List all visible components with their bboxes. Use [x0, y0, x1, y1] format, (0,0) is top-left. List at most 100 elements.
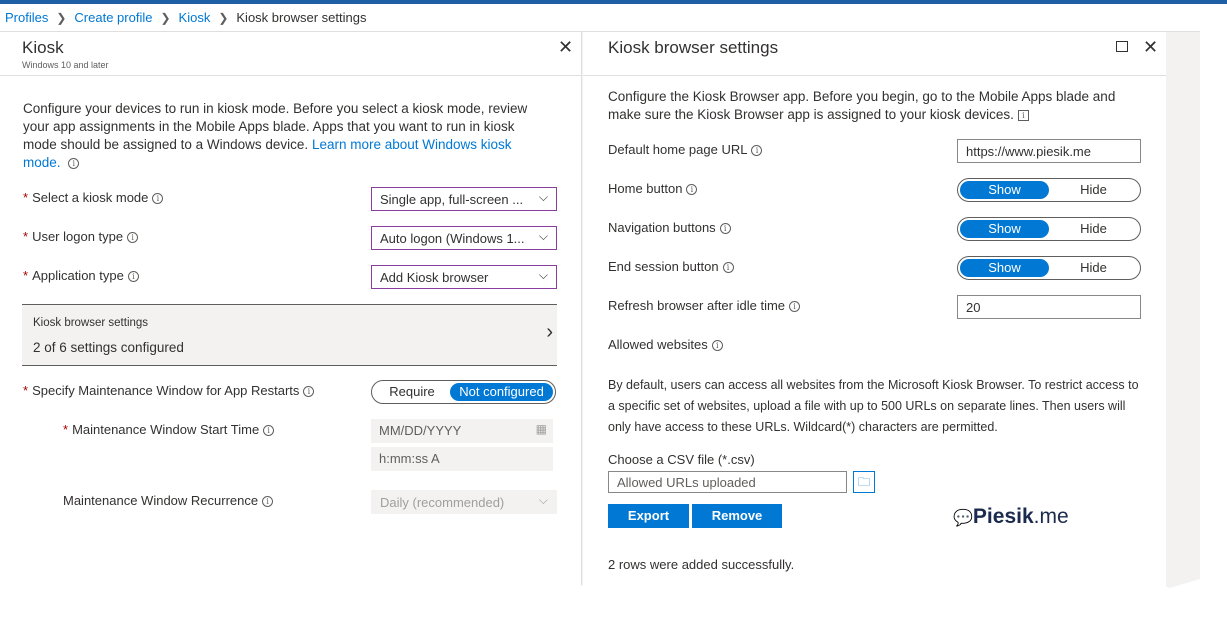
- nav-buttons-toggle[interactable]: Show Hide: [957, 217, 1141, 241]
- info-icon[interactable]: i: [68, 158, 80, 169]
- maintenance-window-toggle[interactable]: Require Not configured: [371, 380, 556, 404]
- toggle-option-hide[interactable]: Hide: [1049, 181, 1138, 199]
- browser-description-text: Configure the Kiosk Browser app. Before …: [608, 89, 1116, 122]
- kiosk-blade: Kiosk Windows 10 and later ✕ Configure y…: [0, 32, 582, 592]
- maintenance-window-label: * Specify Maintenance Window for App Rest…: [23, 383, 315, 398]
- allowed-websites-label-text: Allowed websites: [608, 337, 708, 352]
- app-type-label: * Application type i: [23, 268, 139, 283]
- logon-type-dropdown[interactable]: Auto logon (Windows 1... ⌵: [371, 226, 557, 250]
- breadcrumb-profiles[interactable]: Profiles: [5, 10, 48, 25]
- app-type-value: Add Kiosk browser: [380, 270, 489, 285]
- calendar-icon[interactable]: ▦: [536, 422, 547, 436]
- browser-description: Configure the Kiosk Browser app. Before …: [608, 88, 1148, 124]
- blade-title: Kiosk: [22, 38, 64, 57]
- home-button-label-text: Home button: [608, 181, 683, 196]
- start-time-input[interactable]: h:mm:ss A: [371, 447, 553, 471]
- toggle-option-require[interactable]: Require: [374, 383, 450, 401]
- home-url-input[interactable]: https://www.piesik.me: [957, 139, 1141, 163]
- end-session-label: End session button i: [608, 259, 734, 274]
- start-time-placeholder: h:mm:ss A: [379, 451, 440, 466]
- nav-buttons-label: Navigation buttons i: [608, 220, 731, 235]
- info-icon[interactable]: i: [262, 496, 274, 507]
- info-icon[interactable]: i: [127, 271, 139, 282]
- export-button[interactable]: Export: [608, 504, 689, 528]
- start-time-label: * Maintenance Window Start Time i: [63, 422, 275, 437]
- info-icon[interactable]: i: [751, 145, 763, 156]
- chevron-right-icon: ❯: [160, 10, 171, 25]
- info-icon[interactable]: i: [722, 262, 734, 273]
- info-icon[interactable]: i: [719, 223, 731, 234]
- info-icon[interactable]: i: [152, 193, 164, 204]
- home-url-label: Default home page URL i: [608, 142, 763, 157]
- info-icon[interactable]: i: [711, 340, 723, 351]
- breadcrumb-create-profile[interactable]: Create profile: [74, 10, 152, 25]
- chevron-down-icon: ⌵: [538, 268, 548, 282]
- toggle-option-hide[interactable]: Hide: [1049, 259, 1138, 277]
- blade-header: Kiosk Windows 10 and later ✕: [0, 32, 581, 76]
- allowed-websites-label: Allowed websites i: [608, 337, 723, 352]
- home-button-toggle[interactable]: Show Hide: [957, 178, 1141, 202]
- toggle-option-show[interactable]: Show: [960, 259, 1049, 277]
- kiosk-browser-settings-title: Kiosk browser settings: [33, 317, 149, 329]
- maintenance-window-label-text: Specify Maintenance Window for App Resta…: [32, 383, 300, 398]
- toggle-option-show[interactable]: Show: [960, 181, 1049, 199]
- start-date-input[interactable]: MM/DD/YYYY ▦: [371, 419, 553, 443]
- remove-button[interactable]: Remove: [692, 504, 782, 528]
- refresh-idle-input[interactable]: 20: [957, 295, 1141, 319]
- info-icon[interactable]: i: [263, 425, 275, 436]
- end-session-toggle[interactable]: Show Hide: [957, 256, 1141, 280]
- maximize-icon[interactable]: [1116, 41, 1128, 52]
- home-button-label: Home button i: [608, 181, 698, 196]
- kiosk-mode-dropdown[interactable]: Single app, full-screen ... ⌵: [371, 187, 557, 211]
- blade-header: Kiosk browser settings ✕: [583, 32, 1166, 76]
- refresh-idle-label-text: Refresh browser after idle time: [608, 298, 786, 313]
- app-type-label-text: Application type: [32, 268, 124, 283]
- chevron-right-icon: ›: [546, 321, 553, 343]
- piesik-logo: 💬Piesik.me: [953, 505, 1069, 529]
- close-icon[interactable]: ✕: [558, 38, 573, 56]
- kiosk-description: Configure your devices to run in kiosk m…: [23, 100, 543, 172]
- recurrence-label-text: Maintenance Window Recurrence: [63, 493, 259, 508]
- recurrence-label: Maintenance Window Recurrence i: [63, 493, 274, 508]
- allowed-websites-help: By default, users can access all website…: [608, 378, 1139, 434]
- kiosk-mode-value: Single app, full-screen ...: [380, 192, 524, 207]
- folder-icon[interactable]: 🗀: [853, 471, 875, 493]
- outer-scroll-area: [1166, 32, 1200, 592]
- start-date-placeholder: MM/DD/YYYY: [379, 423, 462, 438]
- logon-type-label: * User logon type i: [23, 229, 139, 244]
- toggle-option-not-configured[interactable]: Not configured: [450, 383, 553, 401]
- breadcrumb-kiosk[interactable]: Kiosk: [179, 10, 211, 25]
- toggle-option-show[interactable]: Show: [960, 220, 1049, 238]
- torn-edge-decoration: [0, 576, 1227, 617]
- info-icon[interactable]: i: [303, 386, 315, 397]
- chevron-down-icon: ⌵: [538, 229, 548, 243]
- close-icon[interactable]: ✕: [1143, 38, 1158, 56]
- chevron-down-icon: ⌵: [538, 190, 548, 204]
- end-session-label-text: End session button: [608, 259, 719, 274]
- home-url-label-text: Default home page URL: [608, 142, 748, 157]
- chevron-right-icon: ❯: [218, 10, 229, 25]
- recurrence-value: Daily (recommended): [380, 495, 505, 510]
- logon-type-value: Auto logon (Windows 1...: [380, 231, 525, 246]
- blade-subtitle: Windows 10 and later: [22, 60, 109, 70]
- brand-name: Piesik: [972, 505, 1034, 528]
- info-icon[interactable]: i: [1017, 110, 1029, 121]
- kiosk-browser-settings-link[interactable]: Kiosk browser settings 2 of 6 settings c…: [22, 304, 557, 366]
- breadcrumb-current: Kiosk browser settings: [236, 10, 367, 25]
- brand-suffix: .me: [1033, 505, 1069, 528]
- chevron-right-icon: ❯: [56, 10, 67, 25]
- refresh-idle-label: Refresh browser after idle time i: [608, 298, 801, 313]
- csv-label: Choose a CSV file (*.csv): [608, 452, 755, 467]
- recurrence-dropdown: Daily (recommended) ⌵: [371, 490, 557, 514]
- csv-file-input[interactable]: Allowed URLs uploaded: [608, 471, 847, 493]
- breadcrumb: Profiles ❯ Create profile ❯ Kiosk ❯ Kios…: [0, 4, 1200, 32]
- info-icon[interactable]: i: [127, 232, 139, 243]
- nav-buttons-label-text: Navigation buttons: [608, 220, 716, 235]
- kiosk-browser-settings-blade: Kiosk browser settings ✕ Configure the K…: [583, 32, 1166, 592]
- app-type-dropdown[interactable]: Add Kiosk browser ⌵: [371, 265, 557, 289]
- logon-type-label-text: User logon type: [32, 229, 124, 244]
- kiosk-mode-label: * Select a kiosk mode i: [23, 190, 164, 205]
- info-icon[interactable]: i: [686, 184, 698, 195]
- info-icon[interactable]: i: [789, 301, 801, 312]
- toggle-option-hide[interactable]: Hide: [1049, 220, 1138, 238]
